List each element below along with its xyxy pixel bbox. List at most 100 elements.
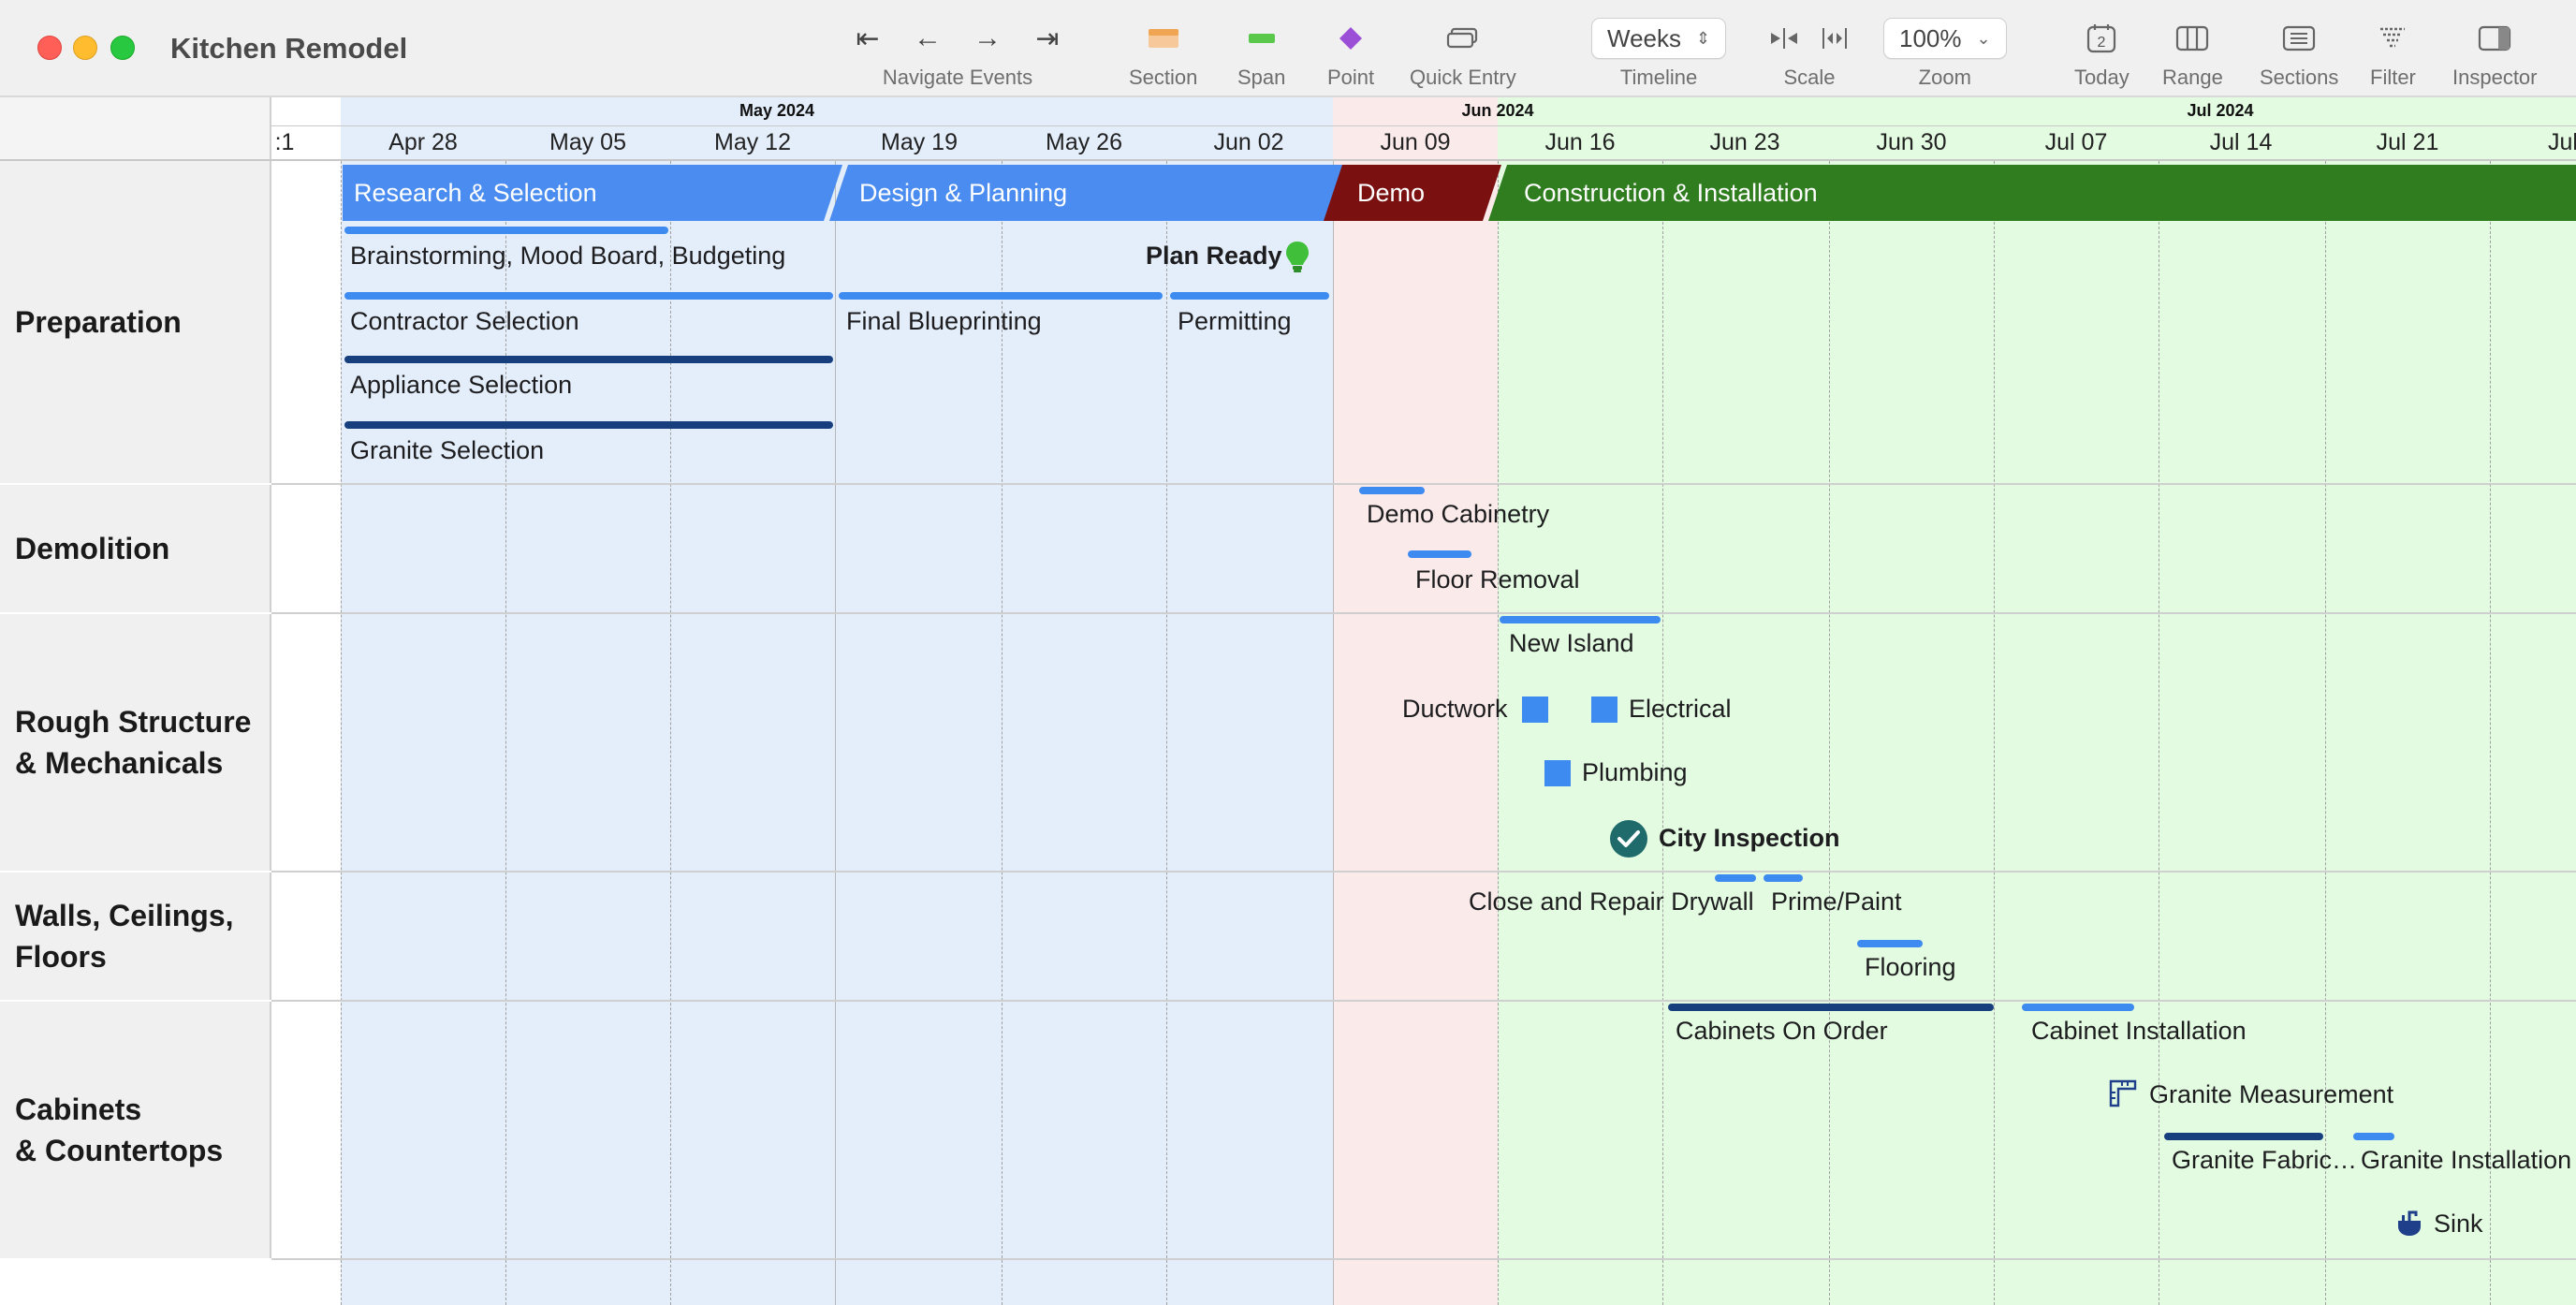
event-new-island[interactable]: New Island	[1509, 629, 1634, 658]
today-label: Today	[2074, 66, 2130, 89]
today-button[interactable]: 2 Today	[2074, 13, 2130, 90]
span-bar[interactable]	[2164, 1133, 2323, 1140]
point-button[interactable]: Point	[1327, 13, 1374, 90]
scale-shrink-icon[interactable]	[1769, 25, 1799, 51]
range-button[interactable]: Range	[2162, 13, 2223, 90]
event-cabinets-on-order[interactable]: Cabinets On Order	[1676, 1017, 1888, 1046]
event-cabinet-installation[interactable]: Cabinet Installation	[2031, 1017, 2247, 1046]
minimize-window-button[interactable]	[73, 36, 97, 60]
band-construction	[1498, 161, 2576, 1305]
month-label: Jul 2024	[2187, 101, 2254, 120]
timeline-value: Weeks	[1607, 23, 1681, 52]
week-label: May 05	[549, 129, 626, 155]
first-event-icon[interactable]: ⇤	[854, 22, 882, 55]
phase-research-selection[interactable]: Research & Selection	[343, 165, 842, 221]
span-bar[interactable]	[1715, 874, 1756, 882]
section-button[interactable]: Section	[1129, 13, 1197, 90]
scale-expand-icon[interactable]	[1820, 25, 1850, 51]
event-plan-ready[interactable]: Plan Ready	[1146, 242, 1282, 271]
previous-event-icon[interactable]: ←	[914, 22, 942, 54]
band-demo	[1333, 161, 1498, 1305]
filter-icon	[2380, 27, 2406, 48]
event-city-inspection[interactable]: City Inspection	[1659, 824, 1840, 853]
span-bar[interactable]	[2022, 1004, 2134, 1011]
event-electrical[interactable]: Electrical	[1629, 695, 1732, 724]
milestone-square[interactable]	[1591, 696, 1617, 723]
section-rough-structure[interactable]: Rough Structure & Mechanicals	[0, 614, 271, 871]
last-event-icon[interactable]: ⇥	[1033, 22, 1061, 55]
section-walls-ceilings-floors[interactable]: Walls, Ceilings, Floors	[0, 872, 271, 1000]
event-brainstorming[interactable]: Brainstorming, Mood Board, Budgeting	[350, 242, 785, 271]
week-label: Jul 07	[2044, 129, 2108, 155]
span-bar[interactable]	[344, 227, 668, 234]
section-divider	[271, 1000, 2576, 1002]
event-contractor-selection[interactable]: Contractor Selection	[350, 307, 579, 336]
event-granite-installation[interactable]: Granite Installation	[2361, 1146, 2571, 1175]
sections-button[interactable]: Sections	[2260, 13, 2338, 90]
span-bar[interactable]	[344, 421, 833, 429]
phase-label: Demo	[1357, 178, 1426, 207]
scale-control: Scale	[1769, 13, 1850, 90]
span-bar[interactable]	[2353, 1133, 2394, 1140]
span-bar[interactable]	[1764, 874, 1803, 882]
event-floor-removal[interactable]: Floor Removal	[1415, 565, 1580, 594]
today-badge: 2	[2098, 35, 2106, 51]
stepper-icon: ⇕	[1696, 28, 1711, 48]
calendar-icon: 2	[2087, 24, 2116, 53]
span-bar[interactable]	[839, 292, 1163, 300]
week-gridline	[1662, 161, 1663, 1305]
span-bar[interactable]	[1500, 616, 1661, 623]
close-window-button[interactable]	[37, 36, 62, 60]
timeline-control: Weeks ⇕ Timeline	[1591, 13, 1727, 90]
section-preparation[interactable]: Preparation	[0, 161, 271, 483]
event-close-repair-drywall[interactable]: Close and Repair Drywall	[1469, 887, 1754, 916]
range-icon	[2176, 25, 2209, 51]
point-label: Point	[1327, 66, 1375, 89]
event-granite-fabrication[interactable]: Granite Fabric…	[2172, 1146, 2357, 1175]
week-gridline	[2325, 161, 2326, 1305]
phase-design-planning[interactable]: Design & Planning	[829, 165, 1346, 221]
phase-construction-installation[interactable]: Construction & Installation	[1488, 165, 2576, 221]
event-sink[interactable]: Sink	[2434, 1210, 2483, 1239]
lightbulb-icon	[1286, 242, 1309, 272]
phase-demo[interactable]: Demo	[1324, 165, 1501, 221]
scale-label: Scale	[1783, 66, 1836, 89]
section-label: Section	[1129, 66, 1198, 89]
milestone-square[interactable]	[1544, 760, 1571, 786]
span-bar[interactable]	[1408, 550, 1471, 558]
section-divider	[271, 612, 2576, 614]
event-granite-selection[interactable]: Granite Selection	[350, 436, 544, 465]
phase-label: Construction & Installation	[1524, 178, 1818, 207]
inspector-icon	[2479, 25, 2511, 51]
event-prime-paint[interactable]: Prime/Paint	[1771, 887, 1902, 916]
milestone-square[interactable]	[1522, 696, 1548, 723]
event-appliance-selection[interactable]: Appliance Selection	[350, 371, 572, 400]
week-gridline	[1994, 161, 1995, 1305]
filter-button[interactable]: Filter	[2370, 13, 2416, 90]
event-demo-cabinetry[interactable]: Demo Cabinetry	[1367, 500, 1549, 529]
navigate-events-group: ⇤ ← → ⇥ Navigate Events	[854, 13, 1061, 90]
checkmark-icon	[1610, 820, 1647, 858]
timeline-select[interactable]: Weeks ⇕	[1591, 18, 1727, 59]
event-ductwork[interactable]: Ductwork	[1402, 695, 1508, 724]
event-plumbing[interactable]: Plumbing	[1582, 758, 1688, 787]
span-bar[interactable]	[1857, 940, 1923, 947]
span-bar[interactable]	[344, 292, 833, 300]
span-bar[interactable]	[1668, 1004, 1994, 1011]
section-demolition[interactable]: Demolition	[0, 485, 271, 612]
event-permitting[interactable]: Permitting	[1178, 307, 1292, 336]
event-final-blueprinting[interactable]: Final Blueprinting	[846, 307, 1042, 336]
span-bar[interactable]	[344, 356, 833, 363]
inspector-button[interactable]: Inspector	[2452, 13, 2538, 90]
span-bar[interactable]	[1359, 487, 1425, 494]
event-granite-measurement[interactable]: Granite Measurement	[2149, 1080, 2393, 1109]
event-flooring[interactable]: Flooring	[1865, 953, 1956, 982]
quick-entry-button[interactable]: Quick Entry	[1410, 13, 1516, 90]
section-cabinets-countertops[interactable]: Cabinets & Countertops	[0, 1002, 271, 1258]
span-button[interactable]: Span	[1237, 13, 1285, 90]
header-corner	[0, 97, 271, 161]
span-bar[interactable]	[1170, 292, 1329, 300]
zoom-select[interactable]: 100% ⌄	[1883, 18, 2007, 59]
zoom-window-button[interactable]	[110, 36, 135, 60]
next-event-icon[interactable]: →	[973, 22, 1002, 54]
